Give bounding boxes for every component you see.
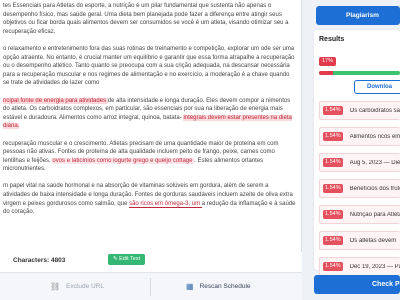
document-paragraph: tes Essenciais para Atletas do esporte, … xyxy=(3,2,297,36)
results-sidebar: Plagiarism Results 17% Downloa 1.54% Os c… xyxy=(308,0,400,300)
plagiarism-progress-fill xyxy=(319,71,333,75)
highlighted-match-text[interactable]: ncipal fonte de energia para atividades xyxy=(3,97,108,104)
edit-text-button[interactable]: Edit Text xyxy=(108,254,146,265)
document-text[interactable]: tes Essenciais para Atletas do esporte, … xyxy=(0,0,301,217)
match-source-title: Os atletas devem xyxy=(349,237,397,244)
paragraph-text: recuperação muscular e o crescimento. At… xyxy=(3,140,268,147)
match-source-title: Alimentos ricos em xyxy=(349,133,400,140)
document-editor[interactable]: tes Essenciais para Atletas do esporte, … xyxy=(0,0,302,262)
character-count-label: Characters: xyxy=(13,257,50,264)
paragraph-text: m papel vital na saúde hormonal e na abs… xyxy=(3,183,266,190)
match-result-item[interactable]: 1.54% Nutrição para Atletas xyxy=(319,205,400,224)
rescan-schedule-label: Rescan Schedule xyxy=(199,283,251,290)
match-source-title: Benefícios dos frutos xyxy=(349,185,400,192)
match-percent-badge: 1.54% xyxy=(323,184,343,193)
highlighted-match-text[interactable]: ovos e laticínios como iogurte grego e q… xyxy=(52,157,195,164)
exclude-url-field[interactable]: ⛓ Exclude URL xyxy=(0,273,150,300)
match-result-item[interactable]: 1.54% Dec 19, 2023 — Para xyxy=(319,257,400,276)
match-percent-badge: 1.54% xyxy=(323,262,343,271)
exclude-url-placeholder: Exclude URL xyxy=(66,283,105,290)
match-source-title: Os carboidratos são xyxy=(349,107,400,114)
editor-footer: Characters: 4803 Edit Text ⛓ Exclude URL… xyxy=(0,252,302,300)
highlighted-match-text[interactable]: são ricos em ômega-3, um xyxy=(129,200,202,208)
link-icon: ⛓ xyxy=(50,282,61,291)
plagiarism-button[interactable]: Plagiarism xyxy=(316,6,400,25)
match-source-title: Aug 5, 2023 — Dieta xyxy=(349,159,400,166)
results-title: Results xyxy=(319,36,345,43)
paragraph-text: borda quais alimentos devem ser consumid… xyxy=(49,20,286,27)
download-button[interactable]: Downloa xyxy=(354,80,400,94)
paragraph-text: de alta intensidade e longa duração. Ele… xyxy=(107,97,266,104)
results-card: Results 17% Downloa 1.54% Os carboidratos… xyxy=(314,30,400,276)
paragraph-text: o relaxamento e entretenimento fora das … xyxy=(3,45,261,52)
paragraph-text: tes Essenciais para Atletas xyxy=(3,3,77,9)
match-result-item[interactable]: 1.54% Os carboidratos são xyxy=(319,101,400,120)
match-source-title: Nutrição para Atletas xyxy=(349,211,400,218)
match-result-item[interactable]: 1.54% Benefícios dos frutos xyxy=(319,179,400,198)
match-percent-badge: 1.54% xyxy=(323,236,343,245)
document-paragraph: ncipal fonte de energia para atividades … xyxy=(3,97,297,131)
document-paragraph: recuperação muscular e o crescimento. At… xyxy=(3,140,297,174)
check-plagiarism-button[interactable]: Check Pl xyxy=(314,275,400,294)
calendar-icon: ▦ xyxy=(186,282,194,291)
rescan-schedule-button[interactable]: ▦ Rescan Schedule xyxy=(151,273,301,300)
match-percent-badge: 1.54% xyxy=(323,106,343,115)
character-count-value: 4803 xyxy=(50,257,66,264)
match-source-title: Dec 19, 2023 — Para xyxy=(349,263,400,270)
match-result-item[interactable]: 1.54% Alimentos ricos em xyxy=(319,127,400,146)
match-result-item[interactable]: 1.54% Aug 5, 2023 — Dieta xyxy=(319,153,400,172)
paragraph-text: . Estes alimentos xyxy=(194,157,242,164)
plagiarism-progress-bar xyxy=(319,71,400,75)
match-result-item[interactable]: 1.54% Os atletas devem xyxy=(319,231,400,250)
document-paragraph: o relaxamento e entretenimento fora das … xyxy=(3,45,297,88)
document-paragraph: m papel vital na saúde hormonal e na abs… xyxy=(3,182,297,216)
bottom-toolbar: ⛓ Exclude URL ▦ Rescan Schedule xyxy=(0,272,302,300)
match-percent-badge: 1.54% xyxy=(323,132,343,141)
plagiarism-percent-badge: 17% xyxy=(319,57,337,66)
match-percent-badge: 1.54% xyxy=(323,158,343,167)
match-percent-badge: 1.54% xyxy=(323,210,343,219)
character-count: Characters: 4803 xyxy=(13,257,65,264)
